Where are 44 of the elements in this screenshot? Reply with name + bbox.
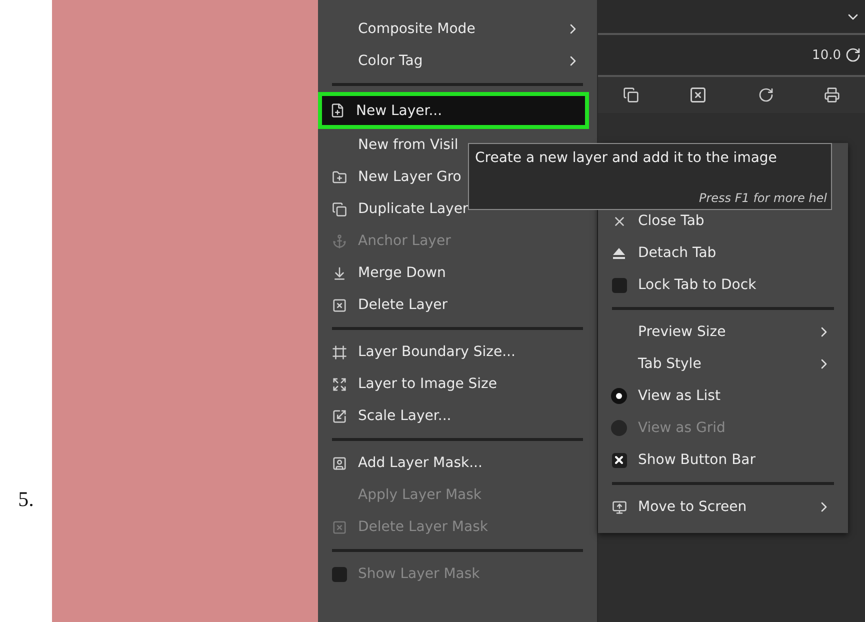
anchor-icon (332, 234, 346, 248)
step-number: 5. (18, 487, 34, 512)
menu-item[interactable]: Preview Size (598, 316, 848, 348)
delete-box-icon (332, 520, 346, 534)
menu-item[interactable]: Lock Tab to Dock (598, 269, 848, 301)
folder-plus-icon (332, 170, 346, 184)
mask-icon (332, 456, 346, 470)
menu-item[interactable]: Detach Tab (598, 237, 848, 269)
new-layer-icon (330, 103, 344, 118)
menu-item[interactable]: Scale Layer... (318, 400, 597, 432)
eject-icon (612, 246, 626, 260)
menu-item[interactable]: New Layer... (318, 92, 589, 129)
merge-down-icon (332, 266, 346, 280)
duplicate-icon (332, 202, 346, 216)
menu-item[interactable]: Composite Mode (318, 13, 597, 45)
menu-item[interactable]: Close Tab (598, 205, 848, 237)
menu-item[interactable]: Move to Screen (598, 491, 848, 523)
menu-item[interactable]: Tab Style (598, 348, 848, 380)
printer-icon[interactable] (824, 87, 840, 103)
menu-item[interactable]: Duplicate Layer (318, 193, 597, 225)
refresh-icon[interactable] (758, 87, 774, 103)
tooltip-hint: Press F1 for more hel (698, 191, 827, 205)
monitor-icon (612, 500, 626, 514)
menu-item[interactable]: Show Button Bar (598, 444, 848, 476)
menu-item[interactable]: Add Layer Mask... (318, 447, 597, 479)
check-mark-icon (613, 454, 625, 466)
delete-box-icon (332, 298, 346, 312)
checkbox[interactable] (612, 278, 626, 292)
menu-item[interactable]: Layer to Image Size (318, 368, 597, 400)
scale-icon (332, 408, 346, 424)
menu-item[interactable]: Color Tag (318, 45, 597, 77)
menu-item[interactable]: View as List (598, 380, 848, 412)
frame-icon (332, 344, 346, 360)
tooltip-text: Create a new layer and add it to the image (475, 150, 778, 166)
delete-box-icon[interactable] (689, 86, 708, 104)
duplicate-icon[interactable] (623, 87, 640, 103)
menu-item[interactable]: Layer Boundary Size... (318, 336, 597, 368)
menu-item[interactable]: Merge Down (318, 257, 597, 289)
checkbox[interactable] (612, 452, 626, 468)
radio-button[interactable] (611, 388, 627, 404)
menu-item[interactable]: Delete Layer (318, 289, 597, 321)
expand-icon (332, 376, 346, 392)
opacity-value[interactable]: 10.0 (812, 48, 841, 62)
spinner-icon[interactable] (845, 47, 861, 63)
